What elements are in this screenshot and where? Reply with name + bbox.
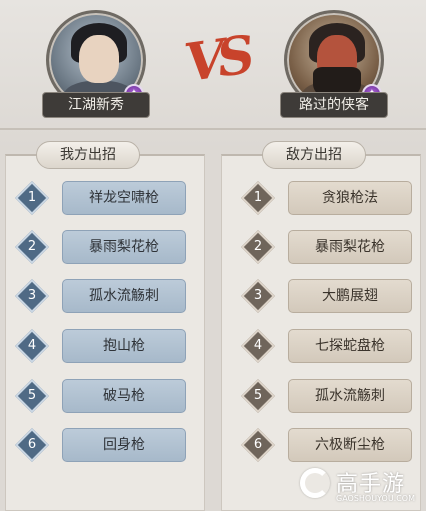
left-move-row[interactable]: 4 抱山枪 <box>15 329 190 363</box>
move-button[interactable]: 祥龙空啸枪 <box>62 181 186 215</box>
right-move-row[interactable]: 6 六极断尘枪 <box>241 428 416 462</box>
move-button[interactable]: 回身枪 <box>62 428 186 462</box>
right-move-row[interactable]: 5 孤水流觞刺 <box>241 379 416 413</box>
right-move-row[interactable]: 4 七探蛇盘枪 <box>241 329 416 363</box>
move-button[interactable]: 六极断尘枪 <box>288 428 412 462</box>
move-number-diamond: 4 <box>15 329 49 363</box>
move-number-diamond: 3 <box>15 279 49 313</box>
left-move-row[interactable]: 1 祥龙空啸枪 <box>15 181 190 215</box>
move-number-diamond: 5 <box>15 379 49 413</box>
move-button[interactable]: 孤水流觞刺 <box>288 379 412 413</box>
move-button[interactable]: 孤水流觞刺 <box>62 279 186 313</box>
left-panel-title: 我方出招 <box>36 141 140 169</box>
move-button[interactable]: 暴雨梨花枪 <box>62 230 186 264</box>
left-move-row[interactable]: 3 孤水流觞刺 <box>15 279 190 313</box>
move-number-diamond: 1 <box>15 181 49 215</box>
move-number-diamond: 6 <box>15 428 49 462</box>
move-number-diamond: 5 <box>241 379 275 413</box>
move-number-diamond: 6 <box>241 428 275 462</box>
move-button[interactable]: 破马枪 <box>62 379 186 413</box>
right-panel-title: 敌方出招 <box>262 141 366 169</box>
move-number-diamond: 2 <box>15 230 49 264</box>
player-name-left: 江湖新秀 <box>42 92 150 118</box>
move-button[interactable]: 抱山枪 <box>62 329 186 363</box>
brand-logo-icon <box>300 468 330 498</box>
move-button[interactable]: 贪狼枪法 <box>288 181 412 215</box>
move-number-diamond: 3 <box>241 279 275 313</box>
move-button[interactable]: 暴雨梨花枪 <box>288 230 412 264</box>
left-move-row[interactable]: 2 暴雨梨花枪 <box>15 230 190 264</box>
move-button[interactable]: 七探蛇盘枪 <box>288 329 412 363</box>
vs-emblem: VS <box>181 24 251 95</box>
right-move-row[interactable]: 3 大鹏展翅 <box>241 279 416 313</box>
header-divider <box>0 128 426 130</box>
move-number-diamond: 4 <box>241 329 275 363</box>
move-button[interactable]: 大鹏展翅 <box>288 279 412 313</box>
left-move-row[interactable]: 5 破马枪 <box>15 379 190 413</box>
player-name-right: 路过的侠客 <box>280 92 388 118</box>
right-move-row[interactable]: 2 暴雨梨花枪 <box>241 230 416 264</box>
left-move-row[interactable]: 6 回身枪 <box>15 428 190 462</box>
watermark-url: GAOSHOUYOU.COM <box>336 494 416 503</box>
right-move-row[interactable]: 1 贪狼枪法 <box>241 181 416 215</box>
move-number-diamond: 1 <box>241 181 275 215</box>
move-number-diamond: 2 <box>241 230 275 264</box>
watermark: 高手游 GAOSHOUYOU.COM <box>300 466 426 511</box>
